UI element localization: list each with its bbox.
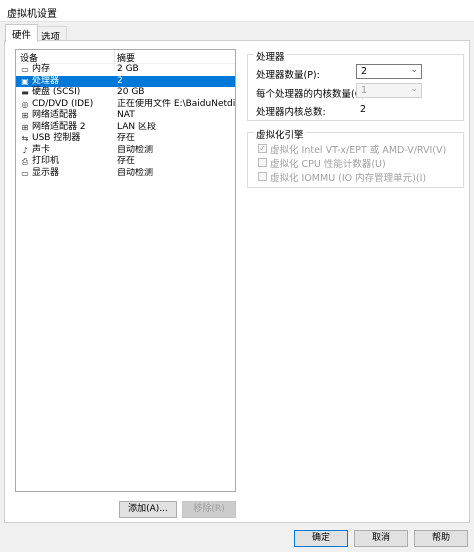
device-name: 打印机 [32, 156, 60, 166]
device-summary: 存在 [117, 133, 136, 143]
processor-icon: ▣ [21, 76, 29, 86]
device-row[interactable]: ▭ 显示器 自动检测 [16, 168, 235, 180]
device-summary: LAN 区段 [117, 121, 156, 132]
column-separator[interactable] [114, 50, 115, 64]
vtx-ept-checkbox[interactable]: ✓ [258, 144, 267, 153]
virtualization-engine-group: 虚拟化引擎 ✓ 虚拟化 Intel VT-x/EPT 或 AMD-V/RVI(V… [247, 127, 464, 188]
cancel-button[interactable]: 取消 [354, 530, 408, 547]
device-row[interactable]: ▣ 处理器 2 [16, 75, 235, 87]
device-list-header: 设备 摘要 [16, 50, 235, 64]
printer-icon: ⎙ [21, 157, 29, 166]
device-name: 声卡 [32, 144, 51, 155]
device-name: 内存 [32, 64, 51, 74]
total-cores-value: 2 [360, 104, 367, 115]
column-header-summary[interactable]: 摘要 [117, 51, 135, 64]
device-row[interactable]: ▬ 硬盘 (SCSI) 20 GB [16, 87, 235, 99]
network-adapter-icon: ⊞ [21, 111, 29, 120]
chevron-down-icon: ⌄ [410, 65, 418, 75]
device-summary: 存在 [117, 156, 136, 166]
device-row[interactable]: ⊞ 网络适配器 2 LAN 区段 [16, 122, 235, 134]
remove-device-button[interactable]: 移除(R) [182, 501, 236, 518]
sound-card-icon: ♪ [22, 145, 28, 155]
device-name: USB 控制器 [32, 133, 81, 143]
device-name: 网络适配器 [32, 110, 78, 120]
device-row[interactable]: ◎CD/DVD (IDE) 正在使用文件 E:\BaiduNetdis... [16, 98, 236, 111]
device-list[interactable]: 设备 摘要 ▭ 内存 2 GB ▣ 处理器 2 ▬ 硬盘 (SCSI) 20 GB ◎ CD/DVD… [15, 49, 236, 492]
device-name: 处理器 [32, 75, 60, 86]
tab-hardware[interactable]: 硬件 [5, 24, 39, 42]
cpu-perf-counters-checkbox[interactable] [258, 158, 267, 167]
device-row[interactable]: ♪ 声卡 自动检测 [16, 145, 235, 157]
device-summary: 2 [117, 75, 123, 86]
iommu-label: 虚拟化 IOMMU (IO 内存管理单元)(I) [270, 173, 427, 184]
device-row[interactable]: ⇆ USB 控制器 存在 [16, 133, 235, 145]
iommu-checkbox[interactable] [258, 172, 267, 181]
memory-icon: ▭ [21, 65, 29, 74]
ok-button[interactable]: 确定 [294, 530, 348, 547]
processor-group: 处理器 处理器数量(P): 2 ⌄ 每个处理器的内核数量(C): 1 ⌄ 处理器… [247, 49, 464, 121]
vtx-ept-label: 虚拟化 Intel VT-x/EPT 或 AMD-V/RVI(V) [270, 145, 447, 156]
device-summary: 20 GB [117, 87, 145, 97]
device-name: 网络适配器 2 [32, 121, 86, 132]
hardware-tab-page: 设备 摘要 ▭ 内存 2 GB ▣ 处理器 2 ▬ 硬盘 (SCSI) 20 GB ◎ CD/DVD… [4, 40, 470, 523]
device-summary: 正在使用文件 E:\BaiduNetdis... [117, 98, 235, 109]
column-header-device[interactable]: 设备 [20, 51, 38, 64]
device-summary: NAT [117, 110, 135, 120]
virtualization-group-title: 虚拟化引擎 [254, 127, 306, 141]
add-device-button[interactable]: 添加(A)... [119, 501, 177, 518]
device-summary: 2 GB [117, 64, 139, 74]
processor-count-value: 2 [361, 66, 368, 77]
help-button[interactable]: 帮助 [414, 530, 468, 547]
chevron-down-icon: ⌄ [410, 84, 418, 94]
device-rows: ▭ 内存 2 GB ▣ 处理器 2 ▬ 硬盘 (SCSI) 20 GB ◎ CD/DVD (IDE)… [16, 64, 235, 179]
device-row[interactable]: ⎙ 打印机 存在 [16, 156, 235, 168]
display-icon: ▭ [21, 168, 29, 178]
window-title: 虚拟机设置 [7, 9, 57, 20]
processor-count-label: 处理器数量(P): [256, 70, 320, 81]
device-name: 显示器 [32, 167, 60, 178]
hard-disk-icon: ▬ [21, 88, 29, 97]
processor-count-select[interactable]: 2 ⌄ [356, 64, 422, 79]
cores-per-processor-label: 每个处理器的内核数量(C): [256, 89, 369, 100]
network-adapter-icon: ⊞ [21, 122, 29, 132]
cpu-perf-counters-label: 虚拟化 CPU 性能计数器(U) [270, 159, 386, 170]
window-titlebar: 虚拟机设置 [0, 0, 474, 22]
device-name: 硬盘 (SCSI) [32, 87, 81, 97]
device-summary: 自动检测 [117, 167, 154, 178]
processor-group-title: 处理器 [254, 49, 287, 63]
cd-dvd-icon: ◎ [21, 99, 29, 109]
device-name: CD/DVD (IDE) [32, 98, 94, 109]
cores-per-processor-select[interactable]: 1 ⌄ [356, 83, 422, 98]
device-row[interactable]: ⊞ 网络适配器 NAT [16, 110, 235, 122]
cores-per-processor-value: 1 [361, 85, 368, 96]
device-row[interactable]: ▭ 内存 2 GB [16, 64, 235, 76]
device-summary: 自动检测 [117, 144, 154, 155]
total-cores-label: 处理器内核总数: [256, 107, 326, 118]
tab-strip: 硬件 选项 [0, 23, 474, 43]
usb-icon: ⇆ [21, 134, 29, 143]
